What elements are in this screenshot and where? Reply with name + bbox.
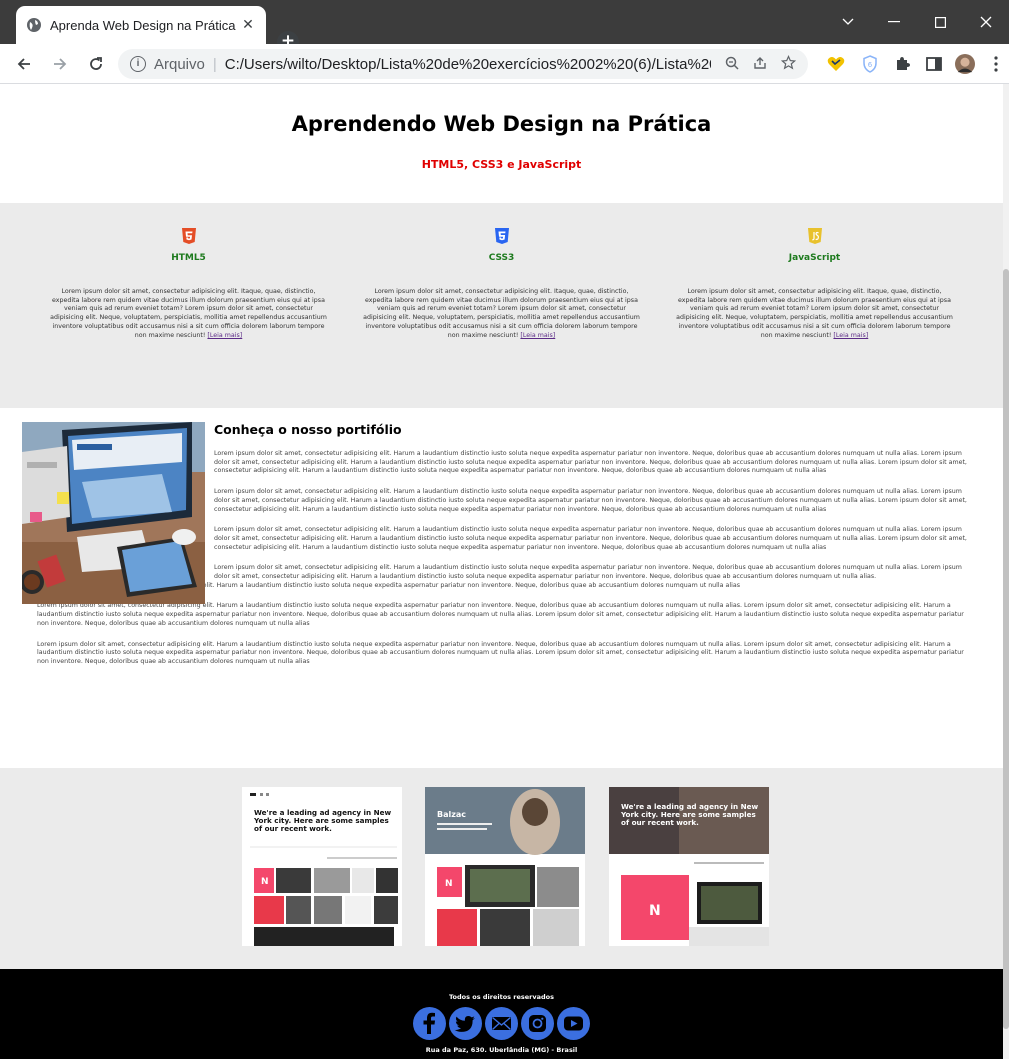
- zoom-icon[interactable]: [725, 56, 739, 73]
- feature-title: HTML5: [171, 253, 206, 263]
- close-tab-icon[interactable]: ✕: [240, 17, 256, 33]
- forward-icon[interactable]: [48, 52, 72, 76]
- address-text: Rua da Paz, 630. Uberlândia (MG) - Brasi…: [425, 1046, 578, 1054]
- html5-icon: [181, 228, 196, 244]
- gallery-section: We're a leading ad agency in New York cit…: [0, 768, 1003, 973]
- portfolio-image: [22, 422, 205, 604]
- javascript-icon: [807, 228, 822, 244]
- minimize-icon[interactable]: [871, 0, 917, 44]
- read-more-link[interactable]: [Leia mais]: [520, 332, 555, 339]
- portfolio-paragraph: Lorem ipsum dolor sit amet, consectetur …: [214, 450, 967, 475]
- thumbnail-headline: Balzac: [437, 810, 466, 819]
- copyright-text: Todos os direitos reservados: [448, 993, 555, 1001]
- portfolio-paragraph: Lorem ipsum dolor sit amet, consectetur …: [37, 640, 964, 665]
- twitter-icon[interactable]: [449, 1007, 482, 1040]
- tile-letter: N: [445, 879, 453, 889]
- browser-tab[interactable]: Aprenda Web Design na Prática | ✕: [16, 6, 266, 44]
- page-title: Aprendendo Web Design na Prática: [291, 112, 712, 136]
- avatar[interactable]: [955, 54, 975, 74]
- feature-javascript: JavaScript Lorem ipsum dolor sit amet, c…: [658, 228, 971, 408]
- css3-icon: [494, 228, 509, 244]
- feature-css3: CSS3 Lorem ipsum dolor sit amet, consect…: [345, 228, 658, 408]
- chevron-down-icon[interactable]: [825, 0, 871, 44]
- portfolio-section: Conheça o nosso portifólio Lorem ipsum d…: [0, 408, 1003, 768]
- info-icon[interactable]: i: [130, 56, 146, 72]
- svg-text:6: 6: [868, 61, 873, 69]
- sidepanel-icon[interactable]: [924, 54, 944, 74]
- email-icon[interactable]: [485, 1007, 518, 1040]
- instagram-icon[interactable]: [521, 1007, 554, 1040]
- social-links: [0, 1007, 1003, 1040]
- extension-shield-icon[interactable]: 6: [860, 54, 880, 74]
- feature-text: Lorem ipsum dolor sit amet, consectetur …: [363, 288, 640, 339]
- globe-icon: [27, 18, 41, 32]
- extensions-puzzle-icon[interactable]: [892, 54, 912, 74]
- gallery-thumbnail[interactable]: We're a leading ad agency in New York cit…: [609, 787, 769, 946]
- star-icon[interactable]: [780, 55, 797, 73]
- page-subtitle: HTML5, CSS3 e JavaScript: [421, 158, 582, 171]
- tab-bar: Aprenda Web Design na Prática | ✕ +: [0, 0, 1009, 53]
- page-content: Aprendendo Web Design na Prática HTML5, …: [0, 84, 1003, 1059]
- reload-icon[interactable]: [84, 52, 108, 76]
- tile-letter: N: [649, 903, 661, 919]
- maximize-icon[interactable]: [917, 0, 963, 44]
- security-label: Arquivo: [154, 55, 205, 73]
- portfolio-paragraph: Lorem ipsum dolor sit amet, consectetur …: [37, 602, 964, 627]
- share-icon[interactable]: [753, 56, 767, 73]
- read-more-link[interactable]: [Leia mais]: [207, 332, 242, 339]
- feature-html5: HTML5 Lorem ipsum dolor sit amet, consec…: [32, 228, 345, 408]
- browser-toolbar: i Arquivo | C:/Users/wilto/Desktop/Lista…: [0, 44, 1009, 84]
- feature-title: JavaScript: [788, 253, 841, 263]
- scrollbar-thumb[interactable]: [1003, 269, 1009, 1029]
- youtube-icon[interactable]: [557, 1007, 590, 1040]
- url-text[interactable]: C:/Users/wilto/Desktop/Lista%20de%20exer…: [225, 56, 711, 73]
- portfolio-title: Conheça o nosso portifólio: [214, 422, 402, 437]
- site-header: Aprendendo Web Design na Prática HTML5, …: [0, 84, 1003, 203]
- tile-letter: N: [261, 877, 269, 887]
- feature-text: Lorem ipsum dolor sit amet, consectetur …: [676, 288, 953, 339]
- portfolio-paragraph: Lorem ipsum dolor sit amet, consectetur …: [214, 526, 967, 551]
- close-icon[interactable]: [963, 0, 1009, 44]
- separator: |: [212, 55, 217, 73]
- feature-title: CSS3: [488, 253, 515, 263]
- scrollbar[interactable]: [1003, 84, 1009, 1059]
- tab-title: Aprenda Web Design na Prática |: [50, 17, 240, 33]
- more-menu-icon[interactable]: [986, 54, 1006, 74]
- portfolio-paragraph: Lorem ipsum dolor sit amet, consectetur …: [214, 488, 967, 513]
- window-controls: [825, 0, 1009, 44]
- read-more-link[interactable]: [Leia mais]: [833, 332, 868, 339]
- gallery-thumbnail[interactable]: Balzac N: [425, 787, 585, 946]
- address-bar[interactable]: i Arquivo | C:/Users/wilto/Desktop/Lista…: [118, 49, 808, 79]
- extension-heart-icon[interactable]: [826, 54, 846, 74]
- facebook-icon[interactable]: [413, 1007, 446, 1040]
- back-icon[interactable]: [12, 52, 36, 76]
- gallery-thumbnail[interactable]: We're a leading ad agency in New York cit…: [242, 787, 402, 946]
- site-footer: Todos os direitos reservados Rua da Paz,…: [0, 969, 1003, 1059]
- feature-text: Lorem ipsum dolor sit amet, consectetur …: [50, 288, 327, 339]
- features-section: HTML5 Lorem ipsum dolor sit amet, consec…: [0, 203, 1003, 408]
